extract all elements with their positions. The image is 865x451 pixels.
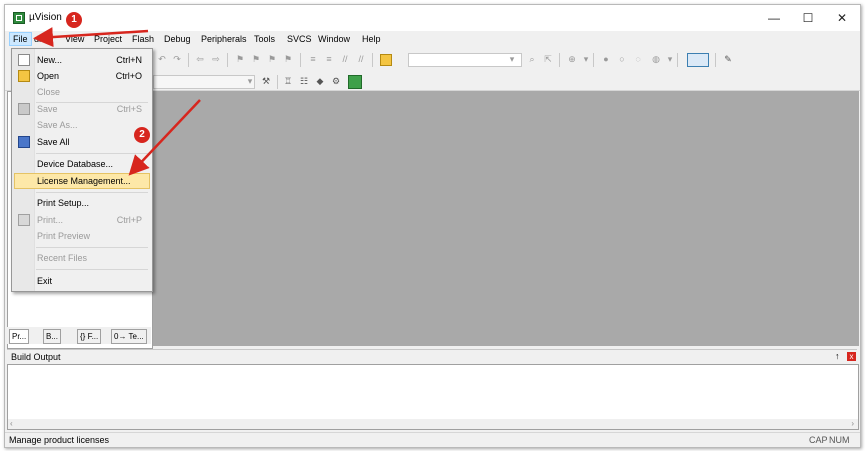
annotation-arrow-1 [33, 27, 149, 48]
annotation-arrows [33, 27, 201, 176]
step-badge-1: 1 [66, 12, 82, 28]
step-badge-2: 2 [134, 127, 150, 143]
